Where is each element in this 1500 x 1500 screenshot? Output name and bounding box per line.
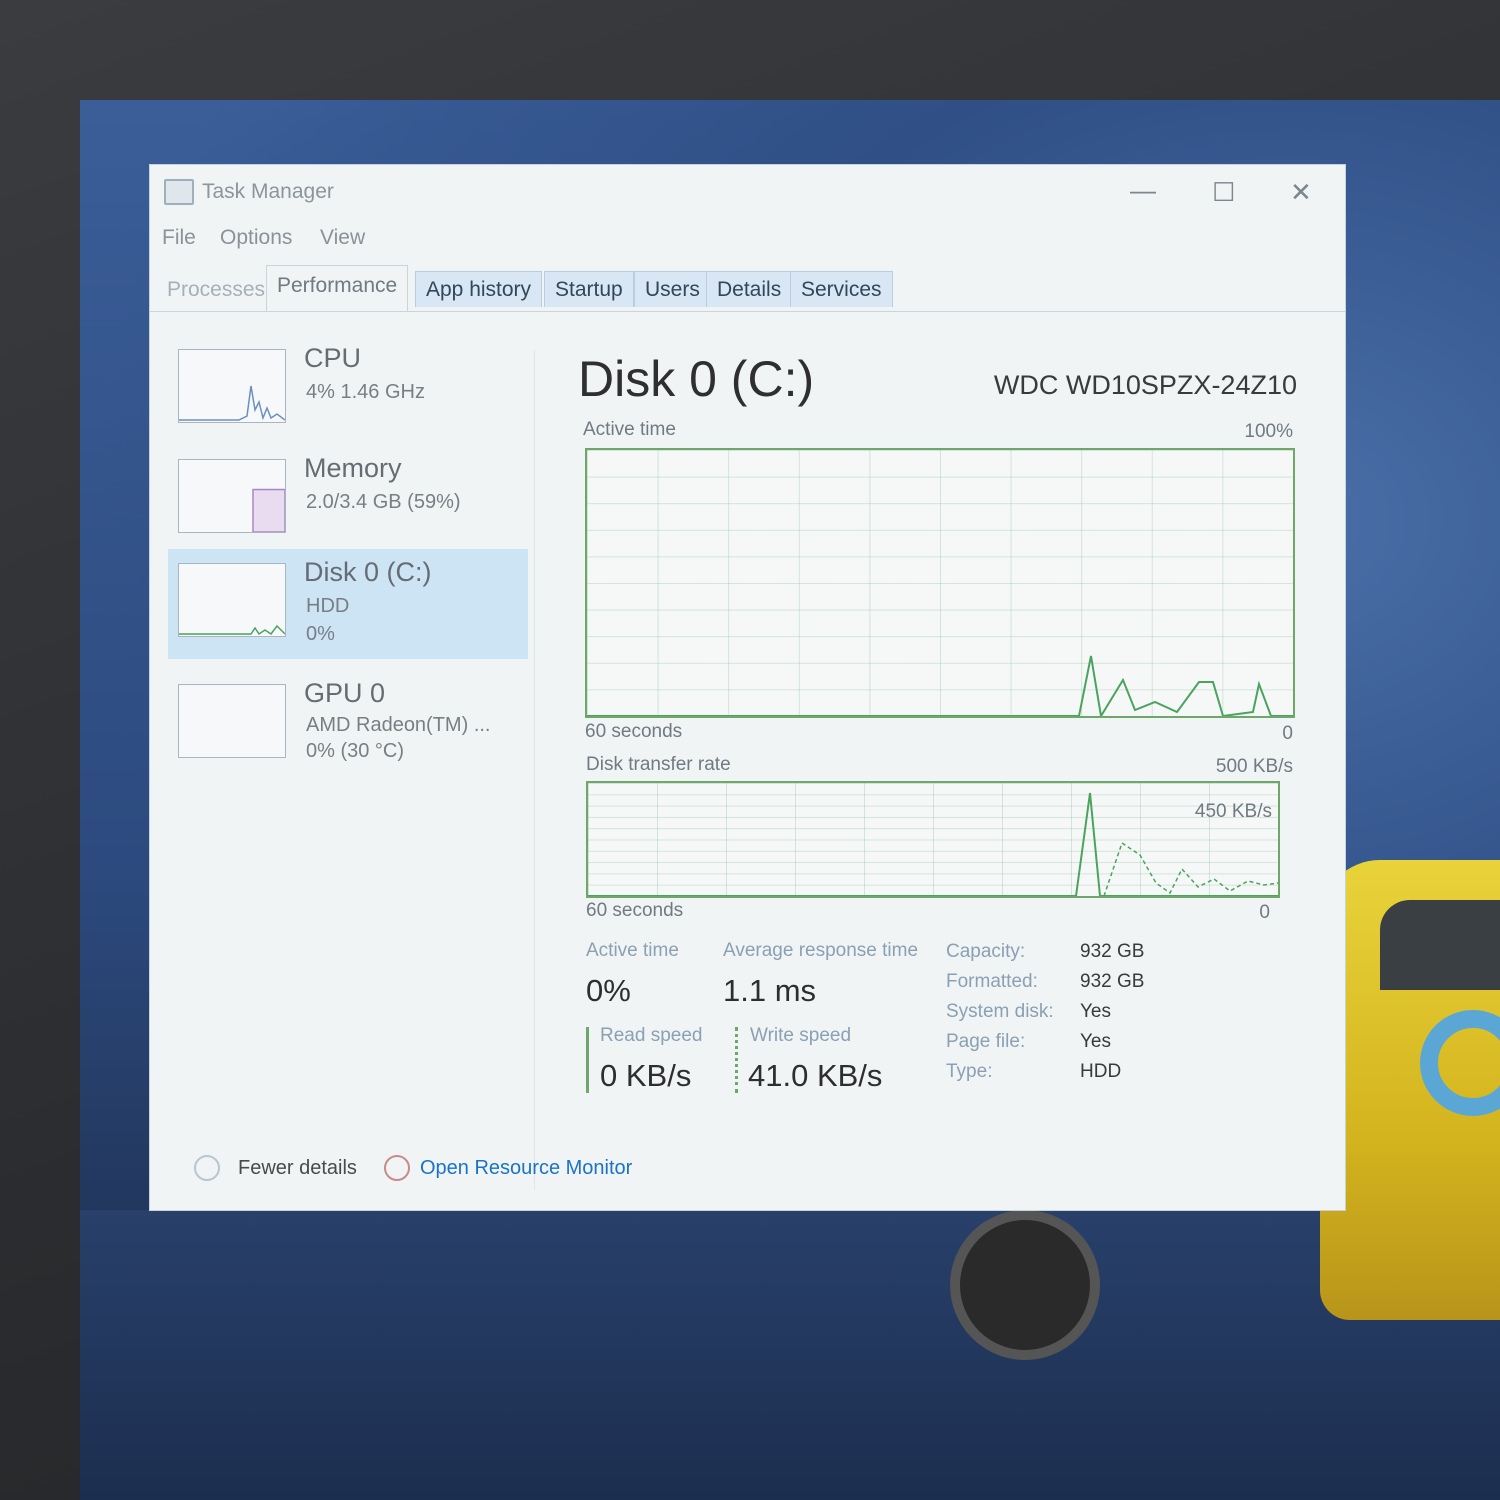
- menu-file[interactable]: File: [162, 226, 196, 250]
- open-resource-monitor-link[interactable]: Open Resource Monitor: [420, 1157, 632, 1180]
- avg-response-stat-value: 1.1 ms: [723, 973, 817, 1008]
- read-speed-indicator: [586, 1027, 589, 1093]
- wallpaper-car-wheel: [950, 1210, 1100, 1360]
- memory-title: Memory: [304, 453, 402, 483]
- chevron-up-icon[interactable]: [194, 1155, 220, 1181]
- transfer-rate-duration-label: 60 seconds: [586, 900, 684, 921]
- disk-heading: Disk 0 (C:): [578, 351, 815, 407]
- tab-users[interactable]: Users: [634, 271, 711, 307]
- memory-usage: 2.0/3.4 GB (59%): [306, 491, 461, 513]
- tab-details[interactable]: Details: [706, 271, 793, 307]
- gpu-name: AMD Radeon(TM) ...: [306, 714, 491, 736]
- system-disk-label: System disk:: [946, 1001, 1054, 1022]
- tab-performance[interactable]: Performance: [266, 265, 409, 311]
- cpu-thumbnail-graph: [178, 349, 286, 423]
- tab-strip: Processes Performance App history Startu…: [150, 265, 1345, 312]
- type-label: Type:: [946, 1061, 993, 1082]
- write-speed-label: Write speed: [750, 1025, 852, 1046]
- active-time-stat-label: Active time: [586, 940, 679, 961]
- task-manager-window: Task Manager — ☐ ✕ File Options View Pro…: [150, 165, 1345, 1210]
- memory-fill: [252, 488, 286, 533]
- cpu-usage: 4% 1.46 GHz: [306, 381, 425, 403]
- disk-title: Disk 0 (C:): [304, 557, 432, 587]
- avg-response-stat-label: Average response time: [723, 940, 919, 961]
- task-manager-icon: [164, 179, 194, 205]
- gpu-usage: 0% (30 °C): [306, 740, 405, 762]
- wallpaper-car-window: [1380, 900, 1500, 990]
- window-title: Task Manager: [202, 180, 334, 203]
- disk-usage: 0%: [306, 623, 335, 645]
- tab-startup[interactable]: Startup: [544, 271, 634, 307]
- transfer-rate-peak-label: 450 KB/s: [1194, 801, 1272, 822]
- gpu-title: GPU 0: [304, 678, 386, 708]
- resource-monitor-icon[interactable]: [384, 1155, 410, 1181]
- menu-view[interactable]: View: [320, 226, 365, 250]
- sidebar-item-memory[interactable]: Memory 2.0/3.4 GB (59%): [168, 445, 528, 555]
- wallpaper-ground: [80, 1210, 1500, 1500]
- title-bar[interactable]: Task Manager — ☐ ✕: [150, 165, 1345, 217]
- transfer-rate-graph: 450 KB/s: [586, 781, 1280, 898]
- active-time-graph-label: Active time: [583, 419, 676, 440]
- disk-type: HDD: [306, 595, 350, 617]
- sidebar-item-cpu[interactable]: CPU 4% 1.46 GHz: [168, 335, 528, 445]
- sidebar-item-disk[interactable]: Disk 0 (C:) HDD 0%: [168, 549, 528, 659]
- type-value: HDD: [1080, 1061, 1122, 1082]
- minimize-button[interactable]: —: [1130, 175, 1156, 206]
- active-time-stat-value: 0%: [586, 973, 631, 1008]
- formatted-value: 932 GB: [1080, 971, 1145, 992]
- active-time-min-label: 0: [1282, 723, 1293, 744]
- page-file-label: Page file:: [946, 1031, 1026, 1052]
- fewer-details-button[interactable]: Fewer details: [238, 1157, 357, 1180]
- formatted-label: Formatted:: [946, 971, 1038, 992]
- capacity-value: 932 GB: [1080, 941, 1145, 962]
- wallpaper-car: [1320, 860, 1500, 1320]
- disk-sparkline: [179, 624, 286, 636]
- gpu-thumbnail-graph: [178, 684, 286, 758]
- disk-model: WDC WD10SPZX-24Z10: [993, 370, 1297, 400]
- transfer-rate-graph-label: Disk transfer rate: [586, 754, 731, 775]
- disk-thumbnail-graph: [178, 563, 286, 637]
- tab-app-history[interactable]: App history: [415, 271, 543, 307]
- close-button[interactable]: ✕: [1290, 177, 1312, 208]
- read-speed-label: Read speed: [600, 1025, 703, 1046]
- write-speed-value: 41.0 KB/s: [748, 1058, 883, 1093]
- write-speed-indicator: [735, 1027, 741, 1093]
- page-file-value: Yes: [1080, 1031, 1111, 1052]
- read-speed-value: 0 KB/s: [600, 1058, 692, 1093]
- cpu-sparkline: [179, 385, 286, 421]
- transfer-rate-lines: [588, 792, 1278, 896]
- menu-bar: File Options View: [150, 220, 1345, 252]
- sidebar-divider: [534, 350, 535, 1190]
- memory-thumbnail-graph: [178, 459, 286, 533]
- maximize-button[interactable]: ☐: [1212, 177, 1235, 208]
- tab-services[interactable]: Services: [790, 271, 893, 307]
- active-time-duration-label: 60 seconds: [585, 721, 683, 742]
- system-disk-value: Yes: [1080, 1001, 1111, 1022]
- wallpaper-car-ring: [1420, 1010, 1500, 1116]
- transfer-rate-max-label: 500 KB/s: [1215, 756, 1293, 777]
- menu-options[interactable]: Options: [220, 226, 292, 250]
- active-time-max-label: 100%: [1244, 421, 1293, 442]
- sidebar-item-gpu[interactable]: GPU 0 AMD Radeon(TM) ... 0% (30 °C): [168, 670, 528, 780]
- active-time-line: [587, 655, 1293, 716]
- cpu-title: CPU: [304, 343, 362, 373]
- tab-processes[interactable]: Processes: [156, 271, 276, 307]
- capacity-label: Capacity:: [946, 941, 1026, 962]
- transfer-rate-min-label: 0: [1259, 902, 1270, 923]
- active-time-graph: [585, 448, 1295, 718]
